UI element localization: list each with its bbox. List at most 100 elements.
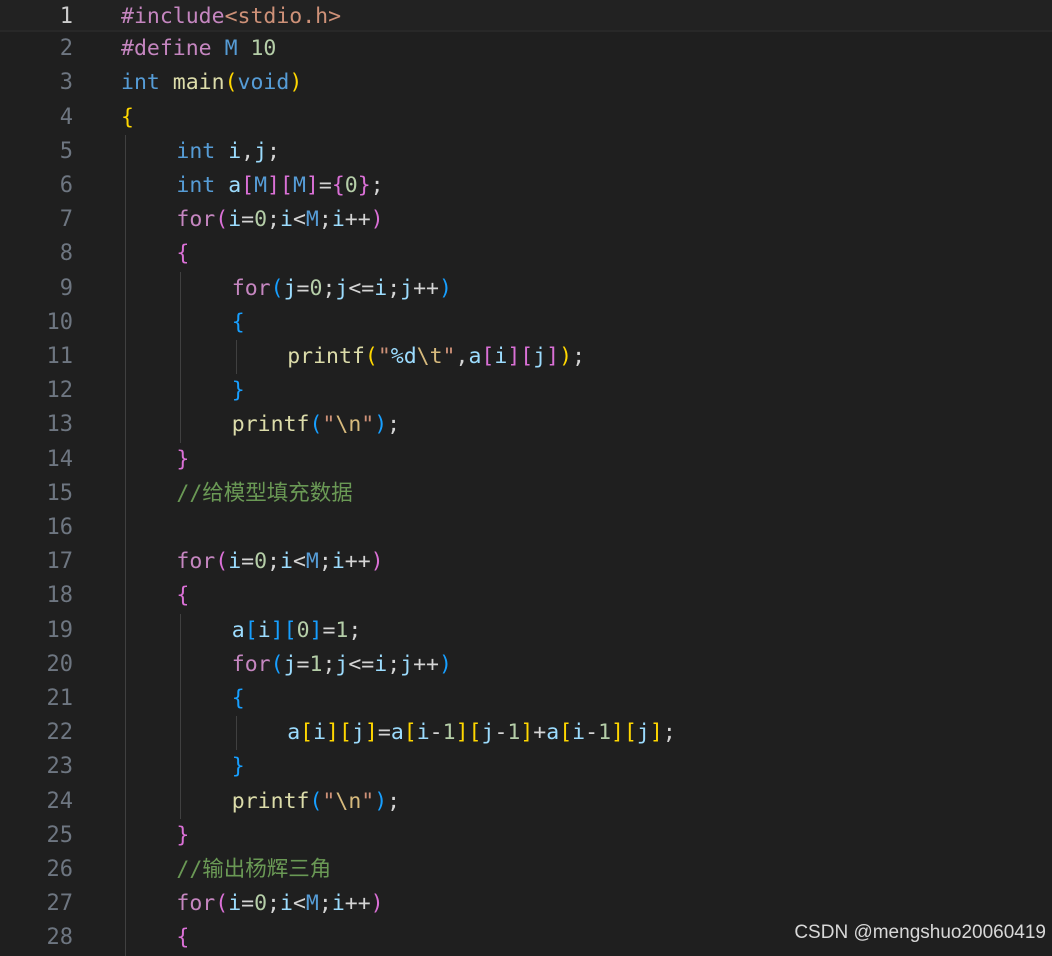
- code-token: ]: [455, 720, 469, 746]
- code-line[interactable]: 18 {: [0, 579, 1052, 614]
- indent-guide: [125, 134, 126, 169]
- code-token: //输出杨辉三角: [176, 857, 332, 882]
- indent-guide: [180, 305, 182, 340]
- code-text: for(j=0;j<=i;j++): [232, 272, 452, 306]
- indent-guide: [125, 340, 126, 375]
- code-token: j: [254, 138, 268, 164]
- code-line[interactable]: 26 //输出杨辉三角: [0, 853, 1052, 888]
- code-line[interactable]: 14}: [0, 442, 1052, 477]
- code-line[interactable]: 3 int main(void): [0, 66, 1052, 100]
- code-token: printf: [231, 412, 310, 438]
- code-token: #include: [121, 4, 225, 29]
- code-token: ;: [572, 344, 586, 369]
- code-line[interactable]: 17 for(i=0;i<M;i++): [0, 545, 1052, 580]
- code-token: printf: [287, 344, 365, 369]
- code-line[interactable]: 4{: [0, 101, 1052, 135]
- code-line[interactable]: 21 {: [0, 682, 1052, 717]
- code-line[interactable]: 11 printf("%d\t",a[i][j]);: [0, 340, 1052, 375]
- code-token: ;: [387, 651, 401, 677]
- code-token: [: [623, 720, 637, 746]
- code-token: ++: [344, 207, 371, 233]
- code-token: a: [231, 617, 245, 643]
- code-token: ): [374, 412, 388, 438]
- code-line[interactable]: 7 for(i=0;i<M;i++): [0, 203, 1052, 238]
- code-line[interactable]: 6 int a[M][M]={0};: [0, 169, 1052, 204]
- code-text: for(i=0;i<M;i++): [176, 545, 383, 579]
- indent-guide: [125, 545, 126, 580]
- indent-guide: [180, 408, 182, 443]
- code-token: ;: [662, 720, 676, 746]
- code-token: =: [241, 891, 255, 917]
- code-line[interactable]: 24 printf("\n");: [0, 784, 1052, 819]
- code-token: (: [215, 891, 229, 917]
- line-number: 25: [46, 822, 74, 848]
- code-line[interactable]: 8{: [0, 237, 1052, 272]
- code-token: }: [176, 446, 190, 472]
- code-token: }: [231, 754, 245, 780]
- code-token: ++: [413, 275, 439, 301]
- code-line[interactable]: 19 a[i][0]=1;: [0, 613, 1052, 648]
- code-text: for(j=1;j<=i;j++): [232, 648, 452, 682]
- line-number: 18: [46, 583, 74, 609]
- code-text: }: [176, 819, 189, 853]
- line-number: 9: [59, 275, 73, 301]
- code-line[interactable]: 5 int i,j;: [0, 134, 1052, 169]
- code-token: ;: [322, 275, 336, 301]
- code-token: M: [305, 207, 319, 233]
- code-token: ": [361, 412, 375, 438]
- code-line[interactable]: 15 //给模型填充数据: [0, 476, 1052, 511]
- code-token: ;: [267, 549, 280, 575]
- code-token: int: [176, 173, 216, 198]
- code-token: }: [231, 378, 245, 404]
- line-number: 23: [46, 754, 74, 780]
- code-line[interactable]: 25}: [0, 818, 1052, 853]
- code-line[interactable]: 20 for(j=1;j<=i;j++): [0, 647, 1052, 682]
- code-text: }: [232, 750, 245, 784]
- code-token: ;: [318, 549, 332, 575]
- code-line[interactable]: 1 #include<stdio.h>: [0, 0, 1052, 32]
- line-number: 7: [59, 207, 73, 233]
- code-line[interactable]: 10 {: [0, 305, 1052, 340]
- code-token: [: [481, 344, 495, 369]
- code-token: a: [287, 720, 301, 746]
- indent-guide: [180, 716, 182, 751]
- code-token: =: [318, 173, 332, 198]
- indent-guide: [180, 750, 182, 785]
- line-number: 4: [59, 104, 73, 130]
- code-line[interactable]: 16: [0, 511, 1052, 546]
- code-line[interactable]: 2 #define M 10: [0, 32, 1052, 66]
- code-token: j: [400, 275, 414, 301]
- code-line[interactable]: 22 a[i][j]=a[i-1][j-1]+a[i-1][j];: [0, 716, 1052, 751]
- indent-guide: [180, 784, 182, 819]
- code-text: a[i][0]=1;: [232, 614, 362, 648]
- code-token: j: [351, 720, 365, 746]
- indent-guide: [125, 818, 126, 853]
- code-line[interactable]: 23}: [0, 750, 1052, 785]
- code-token: j: [636, 720, 650, 746]
- code-line[interactable]: 12}: [0, 374, 1052, 409]
- code-token: (: [224, 70, 238, 96]
- code-token: //给模型填充数据: [176, 480, 353, 506]
- code-text: #include<stdio.h>: [121, 0, 341, 34]
- code-editor[interactable]: 1 #include<stdio.h> 2 #define M 10 3 int main…: [0, 0, 1052, 956]
- line-number: 5: [59, 138, 73, 164]
- code-line[interactable]: 13 printf("\n");: [0, 408, 1052, 443]
- code-token: ++: [344, 891, 371, 917]
- indent-guide: [180, 613, 182, 648]
- code-line[interactable]: 9 for(j=0;j<=i;j++): [0, 271, 1052, 306]
- code-token: }: [176, 822, 190, 848]
- indent-guide: [125, 271, 126, 306]
- code-token: [: [520, 344, 534, 369]
- code-token: a: [468, 344, 482, 369]
- code-token: ": [322, 788, 336, 814]
- code-token: a: [228, 173, 242, 198]
- code-token: 1: [598, 720, 612, 746]
- code-token: ]: [507, 344, 521, 369]
- code-token: [: [244, 617, 258, 643]
- code-token: (: [309, 412, 323, 438]
- line-number: 3: [59, 70, 73, 96]
- code-line[interactable]: 27 for(i=0;i<M;i++): [0, 887, 1052, 922]
- indent-guide: [180, 682, 182, 717]
- code-token: (: [270, 651, 284, 677]
- code-token: j: [481, 720, 495, 746]
